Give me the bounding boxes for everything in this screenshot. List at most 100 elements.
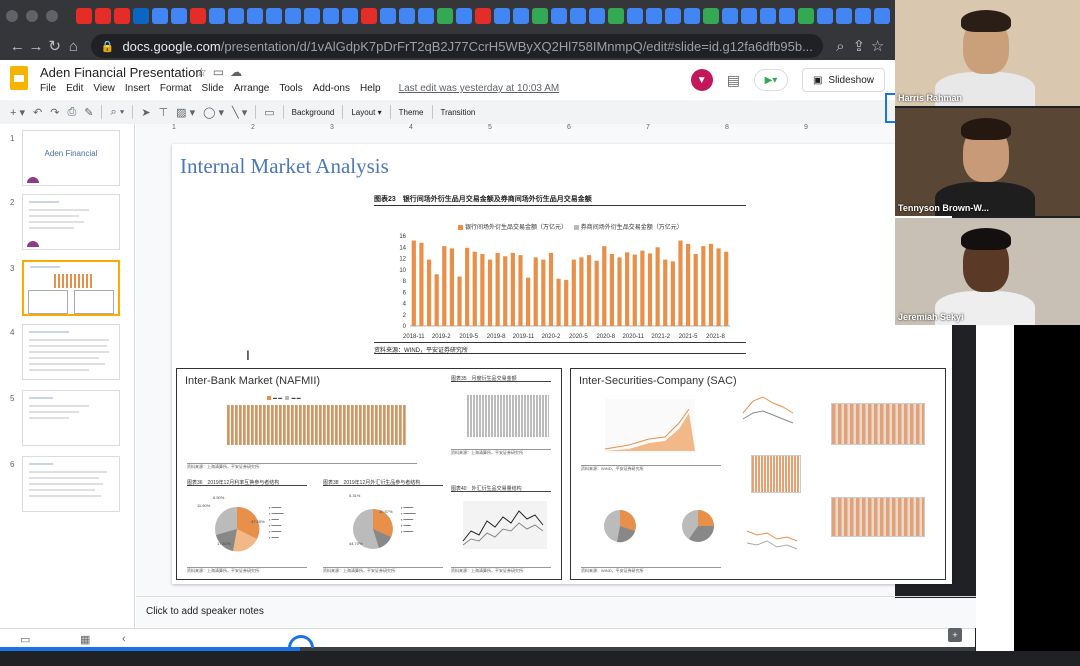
pinned-tab-favicon[interactable] [456, 8, 472, 24]
menu-file[interactable]: File [40, 83, 56, 94]
notes-divider[interactable] [136, 596, 976, 597]
zoom-icon[interactable]: ⌕ ▾ [110, 106, 124, 119]
pinned-tab-favicon[interactable] [608, 8, 624, 24]
pinned-tab-favicon[interactable] [114, 8, 130, 24]
pinned-tab-favicon[interactable] [323, 8, 339, 24]
undo-icon[interactable]: ↶ [33, 106, 42, 119]
pinned-tab-favicon[interactable] [361, 8, 377, 24]
inter-bank-panel[interactable]: Inter-Bank Market (NAFMII) ▬ ▬ ▬ ▬ 资料来源：… [176, 368, 562, 580]
pinned-tab-favicon[interactable] [209, 8, 225, 24]
pinned-tab-favicon[interactable] [95, 8, 111, 24]
pinned-tab-favicon[interactable] [817, 8, 833, 24]
current-slide[interactable]: Internal Market Analysis 图表23 银行间场外衍生品月交… [172, 144, 952, 584]
participant-video-tile[interactable]: Jeremiah Sekyi [895, 218, 1080, 325]
user-avatar[interactable]: ▼ [690, 69, 713, 91]
pinned-tab-favicon[interactable] [380, 8, 396, 24]
pinned-tab-favicon[interactable] [551, 8, 567, 24]
menu-addons[interactable]: Add-ons [313, 83, 350, 94]
share-icon[interactable]: ⇪ [850, 37, 869, 55]
pinned-tab-favicon[interactable] [437, 8, 453, 24]
home-icon[interactable]: ⌂ [64, 38, 83, 55]
video-progress-bar[interactable] [0, 629, 975, 666]
filmstrip-slide-5[interactable]: 5 [6, 390, 126, 448]
filmstrip-slide-1[interactable]: 1 Aden Financial [6, 130, 126, 188]
speaker-notes[interactable]: Click to add speaker notes [136, 598, 976, 628]
pinned-tab-favicon[interactable] [703, 8, 719, 24]
menu-tools[interactable]: Tools [279, 83, 302, 94]
window-close-icon[interactable] [6, 10, 18, 22]
pinned-tab-favicon[interactable] [247, 8, 263, 24]
pinned-tab-favicon[interactable] [342, 8, 358, 24]
menu-edit[interactable]: Edit [66, 83, 83, 94]
window-maximize-icon[interactable] [46, 10, 58, 22]
participant-video-tile[interactable]: Tennyson Brown-W... [895, 108, 1080, 216]
slide-title[interactable]: Internal Market Analysis [180, 154, 389, 179]
slide-thumbnail[interactable] [22, 324, 120, 380]
pinned-tab-favicon[interactable] [228, 8, 244, 24]
pinned-tab-favicon[interactable] [589, 8, 605, 24]
participant-video-tile[interactable]: Harris Rahman [895, 0, 1080, 106]
pinned-tab-favicon[interactable] [665, 8, 681, 24]
menu-format[interactable]: Format [160, 83, 192, 94]
search-icon[interactable]: ⌕ [831, 38, 850, 55]
pinned-tab-favicon[interactable] [133, 8, 149, 24]
pinned-tab-favicon[interactable] [76, 8, 92, 24]
menu-slide[interactable]: Slide [202, 83, 224, 94]
address-bar[interactable]: 🔒 docs.google.com /presentation/d/1vAlGd… [90, 34, 823, 58]
pinned-tab-favicon[interactable] [874, 8, 890, 24]
last-edit-link[interactable]: Last edit was yesterday at 10:03 AM [399, 83, 560, 94]
pinned-tab-favicon[interactable] [798, 8, 814, 24]
menu-insert[interactable]: Insert [125, 83, 150, 94]
transition-button[interactable]: Transition [441, 108, 476, 117]
line-icon[interactable]: ╲ ▾ [232, 106, 247, 119]
explore-icon[interactable]: + [948, 628, 962, 642]
slide-thumbnail[interactable] [22, 456, 120, 512]
pinned-tab-favicon[interactable] [722, 8, 738, 24]
filmstrip-slide-2[interactable]: 2 [6, 194, 126, 252]
cloud-status-icon[interactable]: ☁ [230, 65, 248, 79]
move-folder-icon[interactable]: ▭ [213, 65, 230, 79]
menu-arrange[interactable]: Arrange [234, 83, 270, 94]
image-icon[interactable]: ▨ ▾ [176, 106, 195, 119]
slideshow-button[interactable]: ▣ Slideshow [801, 68, 885, 92]
filmstrip-slide-4[interactable]: 4 [6, 324, 126, 382]
pinned-tab-favicon[interactable] [418, 8, 434, 24]
pinned-tab-favicon[interactable] [304, 8, 320, 24]
theme-button[interactable]: Theme [399, 108, 424, 117]
redo-icon[interactable]: ↷ [50, 106, 59, 119]
paint-format-icon[interactable]: ✎ [84, 106, 93, 119]
pinned-tab-favicon[interactable] [494, 8, 510, 24]
pinned-tab-favicon[interactable] [266, 8, 282, 24]
pinned-tab-favicon[interactable] [646, 8, 662, 24]
layout-button[interactable]: Layout ▾ [351, 108, 381, 117]
meet-button[interactable]: ▶▾ [753, 69, 788, 91]
text-box-icon[interactable]: ⊤ [159, 106, 169, 119]
pinned-tab-favicon[interactable] [513, 8, 529, 24]
slide-thumbnail[interactable] [22, 390, 120, 446]
filmstrip-view-icon[interactable]: ▭ [20, 633, 30, 646]
menu-view[interactable]: View [93, 83, 115, 94]
menu-help[interactable]: Help [360, 83, 381, 94]
slide-thumbnail[interactable] [22, 194, 120, 250]
pinned-tab-favicon[interactable] [627, 8, 643, 24]
back-arrow-icon[interactable]: ← [8, 38, 27, 55]
new-slide-icon[interactable]: + ▾ [10, 106, 25, 119]
pinned-tab-favicon[interactable] [399, 8, 415, 24]
star-icon[interactable]: ☆ [868, 37, 887, 55]
pinned-tab-favicon[interactable] [190, 8, 206, 24]
comment-add-icon[interactable]: ▭ [264, 106, 274, 119]
pinned-tab-favicon[interactable] [532, 8, 548, 24]
slide-thumbnail[interactable]: Aden Financial [22, 130, 120, 186]
document-title[interactable]: Aden Financial Presentation [40, 65, 203, 80]
slide-thumbnail-selected[interactable] [22, 260, 120, 316]
pinned-tab-favicon[interactable] [171, 8, 187, 24]
top-figure[interactable]: 图表23 银行间场外衍生品月交易金额及券商间场外衍生品月交易金额 银行间场外衍生… [374, 194, 746, 364]
print-icon[interactable]: ⎙ [67, 106, 76, 119]
pinned-tab-favicon[interactable] [836, 8, 852, 24]
window-minimize-icon[interactable] [26, 10, 38, 22]
pinned-tab-favicon[interactable] [285, 8, 301, 24]
pinned-tab-favicon[interactable] [741, 8, 757, 24]
grid-view-icon[interactable]: ▦ [80, 633, 90, 646]
pinned-tab-favicon[interactable] [779, 8, 795, 24]
inter-securities-panel[interactable]: Inter-Securities-Company (SAC) 资料来源：WIND… [570, 368, 946, 580]
